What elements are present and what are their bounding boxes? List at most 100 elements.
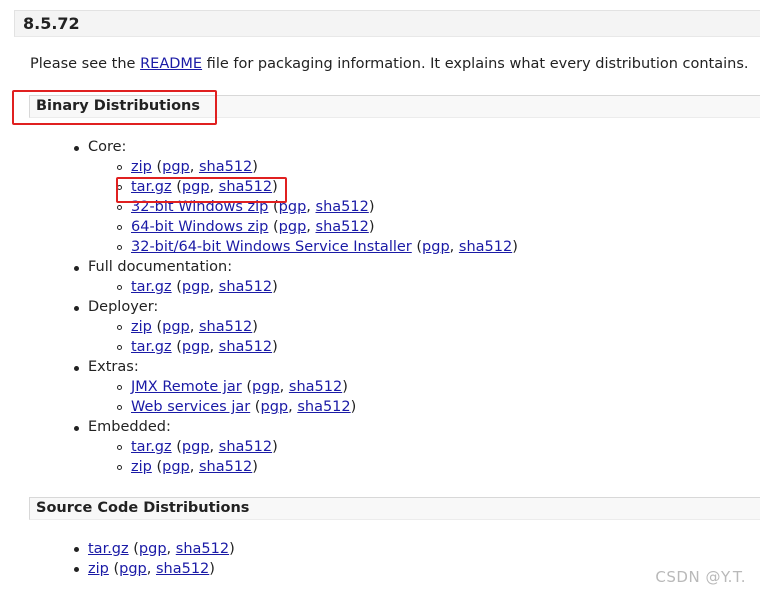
pgp-link[interactable]: pgp	[119, 561, 147, 577]
download-link[interactable]: 32-bit/64-bit Windows Service Installer	[131, 239, 412, 255]
sha512-link[interactable]: sha512	[156, 561, 209, 577]
sha512-link[interactable]: sha512	[459, 239, 512, 255]
sha512-link[interactable]: sha512	[219, 339, 272, 355]
sha512-link[interactable]: sha512	[219, 279, 272, 295]
pgp-link[interactable]: pgp	[279, 219, 307, 235]
bullet	[74, 266, 79, 271]
separator: ,	[306, 219, 316, 235]
circle-bullet	[117, 165, 122, 170]
download-link[interactable]: tar.gz	[131, 439, 172, 455]
category-deployer: Deployer:	[88, 299, 159, 315]
download-link[interactable]: zip	[131, 159, 152, 175]
circle-bullet	[117, 325, 122, 330]
intro-text: Please see the README file for packaging…	[30, 56, 749, 72]
download-item: zip (pgp, sha512)	[131, 457, 258, 477]
paren-open: (	[411, 239, 423, 255]
download-link[interactable]: zip	[131, 459, 152, 475]
download-link[interactable]: JMX Remote jar	[131, 379, 242, 395]
pgp-link[interactable]: pgp	[139, 541, 167, 557]
download-link[interactable]: tar.gz	[131, 179, 172, 195]
paren-open: (	[171, 439, 182, 455]
paren-close: )	[252, 159, 258, 175]
circle-bullet	[117, 385, 122, 390]
pgp-link[interactable]: pgp	[182, 279, 210, 295]
download-item: zip (pgp, sha512)	[131, 317, 258, 337]
download-link[interactable]: zip	[131, 319, 152, 335]
circle-bullet	[117, 185, 122, 190]
sha512-link[interactable]: sha512	[219, 439, 272, 455]
pgp-link[interactable]: pgp	[162, 459, 190, 475]
paren-close: )	[209, 561, 215, 577]
paren-close: )	[368, 219, 375, 235]
pgp-link[interactable]: pgp	[260, 399, 288, 415]
category-embedded: Embedded:	[88, 419, 171, 435]
separator: ,	[146, 561, 156, 577]
separator: ,	[166, 541, 176, 557]
sha512-link[interactable]: sha512	[199, 319, 252, 335]
pgp-link[interactable]: pgp	[162, 159, 190, 175]
separator: ,	[288, 399, 298, 415]
pgp-link[interactable]: pgp	[182, 439, 210, 455]
download-item: tar.gz (pgp, sha512)	[131, 337, 278, 357]
category-core: Core:	[88, 139, 127, 155]
sha512-link[interactable]: sha512	[297, 399, 350, 415]
paren-open: (	[171, 339, 182, 355]
bullet	[74, 366, 79, 371]
download-link[interactable]: 64-bit Windows zip	[131, 219, 268, 235]
paren-close: )	[252, 319, 258, 335]
download-item: 64-bit Windows zip (pgp, sha512)	[131, 217, 375, 237]
pgp-link[interactable]: pgp	[182, 179, 210, 195]
download-item: tar.gz (pgp, sha512)	[131, 437, 278, 457]
circle-bullet	[117, 205, 122, 210]
paren-close: )	[350, 399, 357, 415]
paren-close: )	[272, 179, 278, 195]
category-extras: Extras:	[88, 359, 139, 375]
paren-open: (	[151, 159, 163, 175]
paren-open: (	[171, 179, 182, 195]
sha512-link[interactable]: sha512	[199, 159, 252, 175]
separator: ,	[209, 179, 219, 195]
paren-open: (	[151, 459, 163, 475]
download-item: 32-bit Windows zip (pgp, sha512)	[131, 197, 375, 217]
separator: ,	[209, 439, 219, 455]
pgp-link[interactable]: pgp	[182, 339, 210, 355]
download-link[interactable]: tar.gz	[131, 279, 172, 295]
sha512-link[interactable]: sha512	[316, 199, 369, 215]
download-item: Web services jar (pgp, sha512)	[131, 397, 356, 417]
pgp-link[interactable]: pgp	[162, 319, 190, 335]
sha512-link[interactable]: sha512	[176, 541, 229, 557]
pgp-link[interactable]: pgp	[279, 199, 307, 215]
sha512-link[interactable]: sha512	[199, 459, 252, 475]
circle-bullet	[117, 225, 122, 230]
separator: ,	[209, 279, 219, 295]
paren-close: )	[272, 339, 278, 355]
circle-bullet	[117, 245, 122, 250]
pgp-link[interactable]: pgp	[252, 379, 280, 395]
separator: ,	[279, 379, 289, 395]
sha512-link[interactable]: sha512	[219, 179, 272, 195]
download-link[interactable]: Web services jar	[131, 399, 250, 415]
separator: ,	[189, 159, 199, 175]
readme-link[interactable]: README	[140, 56, 202, 72]
sha512-link[interactable]: sha512	[289, 379, 342, 395]
sha512-link[interactable]: sha512	[316, 219, 369, 235]
version-header: 8.5.72	[14, 10, 760, 37]
separator: ,	[209, 339, 219, 355]
watermark: CSDN @Y.T.	[655, 568, 746, 586]
circle-bullet	[117, 465, 122, 470]
pgp-link[interactable]: pgp	[422, 239, 450, 255]
paren-close: )	[512, 239, 518, 255]
bullet	[74, 146, 79, 151]
paren-close: )	[272, 279, 278, 295]
download-item: zip (pgp, sha512)	[131, 157, 258, 177]
intro-prefix: Please see the	[30, 56, 141, 72]
paren-open: (	[108, 561, 120, 577]
download-item: zip (pgp, sha512)	[88, 559, 215, 579]
download-link[interactable]: tar.gz	[88, 541, 129, 557]
download-link[interactable]: tar.gz	[131, 339, 172, 355]
separator: ,	[189, 319, 199, 335]
bullet	[74, 426, 79, 431]
paren-open: (	[151, 319, 163, 335]
download-link[interactable]: zip	[88, 561, 109, 577]
download-link[interactable]: 32-bit Windows zip	[131, 199, 268, 215]
